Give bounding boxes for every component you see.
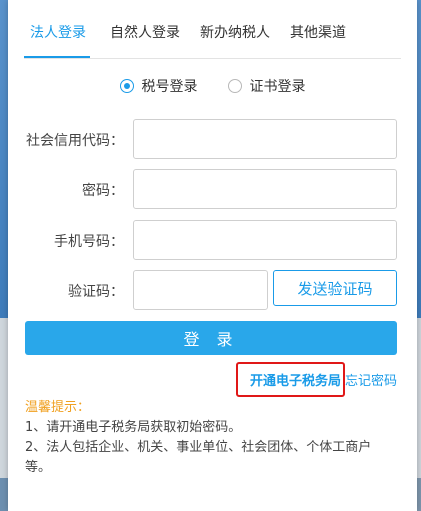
send-code-button[interactable]: 发送验证码 — [273, 270, 397, 306]
tips-section: 温馨提示： 1、请开通电子税务局获取初始密码。 2、法人包括企业、机关、事业单位… — [25, 398, 405, 478]
radio-certificate-login[interactable]: 证书登录 — [227, 76, 306, 96]
password-label: 密码： — [82, 183, 124, 199]
tab-other-channels[interactable]: 其他渠道 — [290, 22, 346, 58]
password-input[interactable] — [133, 169, 397, 209]
tab-natural-person[interactable]: 自然人登录 — [110, 22, 180, 58]
tab-legal-person[interactable]: 法人登录 — [24, 22, 90, 58]
tab-new-taxpayer[interactable]: 新办纳税人 — [200, 22, 270, 58]
login-button[interactable]: 登 录 — [25, 321, 397, 355]
credit-code-label: 社会信用代码： — [26, 133, 124, 149]
login-mode-group: 税号登录 证书登录 — [8, 76, 417, 96]
credit-code-input[interactable] — [133, 119, 397, 159]
captcha-label: 验证码： — [68, 284, 124, 300]
radio-unselected-icon — [227, 79, 242, 93]
open-e-tax-link[interactable]: 开通电子税务局 — [235, 362, 345, 397]
phone-input[interactable] — [133, 220, 397, 260]
captcha-input[interactable] — [133, 270, 268, 310]
credit-code-row: 社会信用代码： — [8, 119, 417, 159]
radio-tax-id-login[interactable]: 税号登录 — [119, 76, 198, 96]
tips-title: 温馨提示： — [25, 400, 91, 415]
captcha-row: 验证码： 发送验证码 — [8, 270, 417, 310]
auxiliary-links: 开通电子税务局 忘记密码 — [235, 362, 397, 397]
radio-label: 税号登录 — [141, 79, 198, 95]
password-row: 密码： — [8, 169, 417, 209]
radio-label: 证书登录 — [249, 79, 306, 95]
tips-line: 等。 — [25, 460, 52, 475]
login-panel: 法人登录 自然人登录 新办纳税人 其他渠道 税号登录 证书登录 社会信用代码： … — [8, 0, 417, 511]
login-tabs: 法人登录 自然人登录 新办纳税人 其他渠道 — [24, 0, 401, 59]
forgot-password-link[interactable]: 忘记密码 — [345, 370, 397, 389]
tips-line: 1、请开通电子税务局获取初始密码。 — [25, 420, 242, 435]
radio-selected-icon — [119, 79, 134, 93]
phone-label: 手机号码： — [54, 234, 124, 250]
tips-line: 2、法人包括企业、机关、事业单位、社会团体、个体工商户 — [25, 440, 372, 455]
phone-row: 手机号码： — [8, 220, 417, 260]
